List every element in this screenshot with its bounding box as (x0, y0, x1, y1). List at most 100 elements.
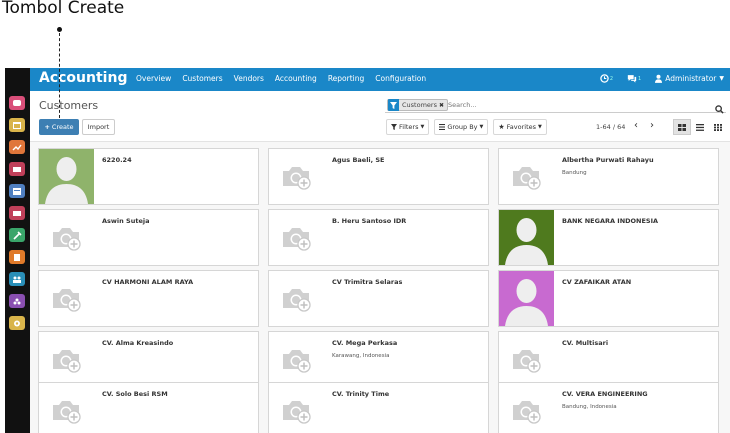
annotation-pointer-dot (57, 27, 62, 32)
tools-app-icon[interactable] (9, 228, 25, 242)
kanban-card[interactable]: CV ZAFAIKAR ATAN (498, 270, 719, 327)
user-menu[interactable]: Administrator ▼ (655, 74, 724, 83)
camera-placeholder-icon (499, 332, 554, 387)
partner-name: Albertha Purwati Rahayu (562, 156, 654, 164)
list-view-button[interactable] (691, 119, 709, 135)
navbar-systray: 2 1 Administrator ▼ (600, 74, 724, 83)
invoicing-app-icon[interactable] (9, 184, 25, 198)
kanban-card[interactable]: CV HARMONI ALAM RAYA (38, 270, 259, 327)
apps-app-icon[interactable] (9, 294, 25, 308)
kanban-card[interactable]: 6220.24 (38, 148, 259, 205)
kanban-card[interactable]: CV. Solo Besi RSM (38, 382, 259, 433)
partner-name: Aswin Suteja (102, 217, 150, 225)
kanban-card[interactable]: CV. Alma Kreasindo (38, 331, 259, 388)
favorites-dropdown[interactable]: ★ Favorites ▼ (493, 119, 547, 135)
partner-name: CV. Mega Perkasa (332, 339, 398, 347)
caret-down-icon: ▼ (538, 124, 542, 130)
list-icon (696, 123, 704, 131)
page-title: Customers (39, 99, 99, 112)
remove-facet-icon[interactable]: ✖ (439, 102, 444, 109)
kanban-card[interactable]: CV. VERA ENGINEERING Bandung, Indonesia (498, 382, 719, 433)
create-button-label: Create (51, 123, 74, 131)
discuss-app-icon[interactable] (9, 96, 25, 110)
menu-item-vendors[interactable]: Vendors (234, 74, 264, 83)
filter-icon (388, 99, 399, 111)
accounting-app-icon[interactable] (9, 206, 25, 220)
grid-icon (714, 123, 722, 131)
caret-down-icon: ▼ (420, 124, 425, 130)
search-bar: Customers ✖ (385, 98, 726, 114)
user-name: Administrator (665, 74, 717, 83)
sales-app-icon[interactable] (9, 162, 25, 176)
activity-count: 2 (609, 75, 614, 82)
camera-placeholder-icon (269, 383, 324, 433)
create-button[interactable]: + Create (39, 119, 79, 135)
kanban-card[interactable]: CV Trimitra Selaras (268, 270, 489, 327)
camera-placeholder-icon (269, 332, 324, 387)
kanban-card[interactable]: Albertha Purwati Rahayu Bandung (498, 148, 719, 205)
annotation-pointer-line (59, 33, 60, 118)
pager-value[interactable]: 1-64 / 64 (596, 123, 625, 131)
activity-button[interactable]: 2 (600, 74, 613, 83)
app-sidebar (5, 68, 30, 433)
groupby-dropdown[interactable]: Group By ▼ (434, 119, 489, 135)
camera-placeholder-icon (39, 383, 94, 433)
partner-address: Bandung (562, 170, 587, 176)
kanban-card[interactable]: Aswin Suteja (38, 209, 259, 266)
partner-name: CV. Solo Besi RSM (102, 390, 168, 398)
kanban-card[interactable]: BANK NEGARA INDONESIA (498, 209, 719, 266)
menu-item-configuration[interactable]: Configuration (375, 74, 426, 83)
app-brand[interactable]: Accounting (39, 70, 127, 86)
partner-avatar (499, 210, 554, 265)
chat-icon (627, 75, 637, 83)
user-icon (655, 74, 663, 83)
kanban-card[interactable]: CV. Multisari (498, 331, 719, 388)
partner-name: BANK NEGARA INDONESIA (562, 217, 659, 225)
kanban-card[interactable]: Agus Baeli, SE (268, 148, 489, 205)
camera-placeholder-icon (269, 149, 324, 204)
partner-name: CV ZAFAIKAR ATAN (562, 278, 632, 286)
import-button[interactable]: Import (82, 119, 115, 135)
filters-dropdown[interactable]: Filters ▼ (386, 119, 430, 135)
camera-placeholder-icon (39, 332, 94, 387)
calendar-app-icon[interactable] (9, 118, 25, 132)
partner-name: CV HARMONI ALAM RAYA (102, 278, 194, 286)
caret-down-icon: ▼ (479, 124, 484, 130)
menu-item-accounting[interactable]: Accounting (275, 74, 317, 83)
search-input[interactable] (448, 99, 648, 111)
top-navbar: Accounting Overview Customers Vendors Ac… (5, 68, 730, 91)
kanban-card[interactable]: CV. Mega Perkasa Karawang, Indonesia (268, 331, 489, 388)
kanban-card[interactable]: CV. Trinity Time (268, 382, 489, 433)
groupby-label: Group By (447, 123, 478, 131)
menu-item-customers[interactable]: Customers (182, 74, 222, 83)
partner-avatar (499, 271, 554, 326)
partner-name: 6220.24 (102, 156, 132, 164)
list-icon (439, 124, 446, 130)
kanban-icon (678, 123, 686, 131)
settings-app-icon[interactable] (9, 316, 25, 330)
filters-label: Filters (399, 123, 419, 131)
partner-name: CV. VERA ENGINEERING (562, 390, 648, 398)
camera-placeholder-icon (39, 210, 94, 265)
partner-avatar (39, 149, 94, 204)
grid-view-button[interactable] (709, 119, 727, 135)
menu-item-reporting[interactable]: Reporting (328, 74, 364, 83)
pager-previous-icon[interactable]: ‹ (634, 120, 638, 131)
pager-next-icon[interactable]: › (650, 120, 654, 131)
camera-placeholder-icon (499, 383, 554, 433)
menu-item-overview[interactable]: Overview (136, 74, 171, 83)
kanban-view-button[interactable] (673, 119, 691, 135)
partner-name: B. Heru Santoso IDR (332, 217, 407, 225)
messages-button[interactable]: 1 (627, 74, 641, 83)
star-icon: ★ (498, 123, 505, 131)
inventory-app-icon[interactable] (9, 250, 25, 264)
crm-app-icon[interactable] (9, 140, 25, 154)
partner-name: Agus Baeli, SE (332, 156, 385, 164)
clock-icon (600, 74, 609, 83)
employees-app-icon[interactable] (9, 272, 25, 286)
kanban-card[interactable]: B. Heru Santoso IDR (268, 209, 489, 266)
kanban-view: 6220.24 Agus Baeli, SE Albertha Purwati Ra… (30, 142, 730, 433)
message-count: 1 (638, 75, 642, 82)
search-icon[interactable] (715, 99, 724, 118)
chevron-down-icon: ▼ (719, 75, 724, 82)
